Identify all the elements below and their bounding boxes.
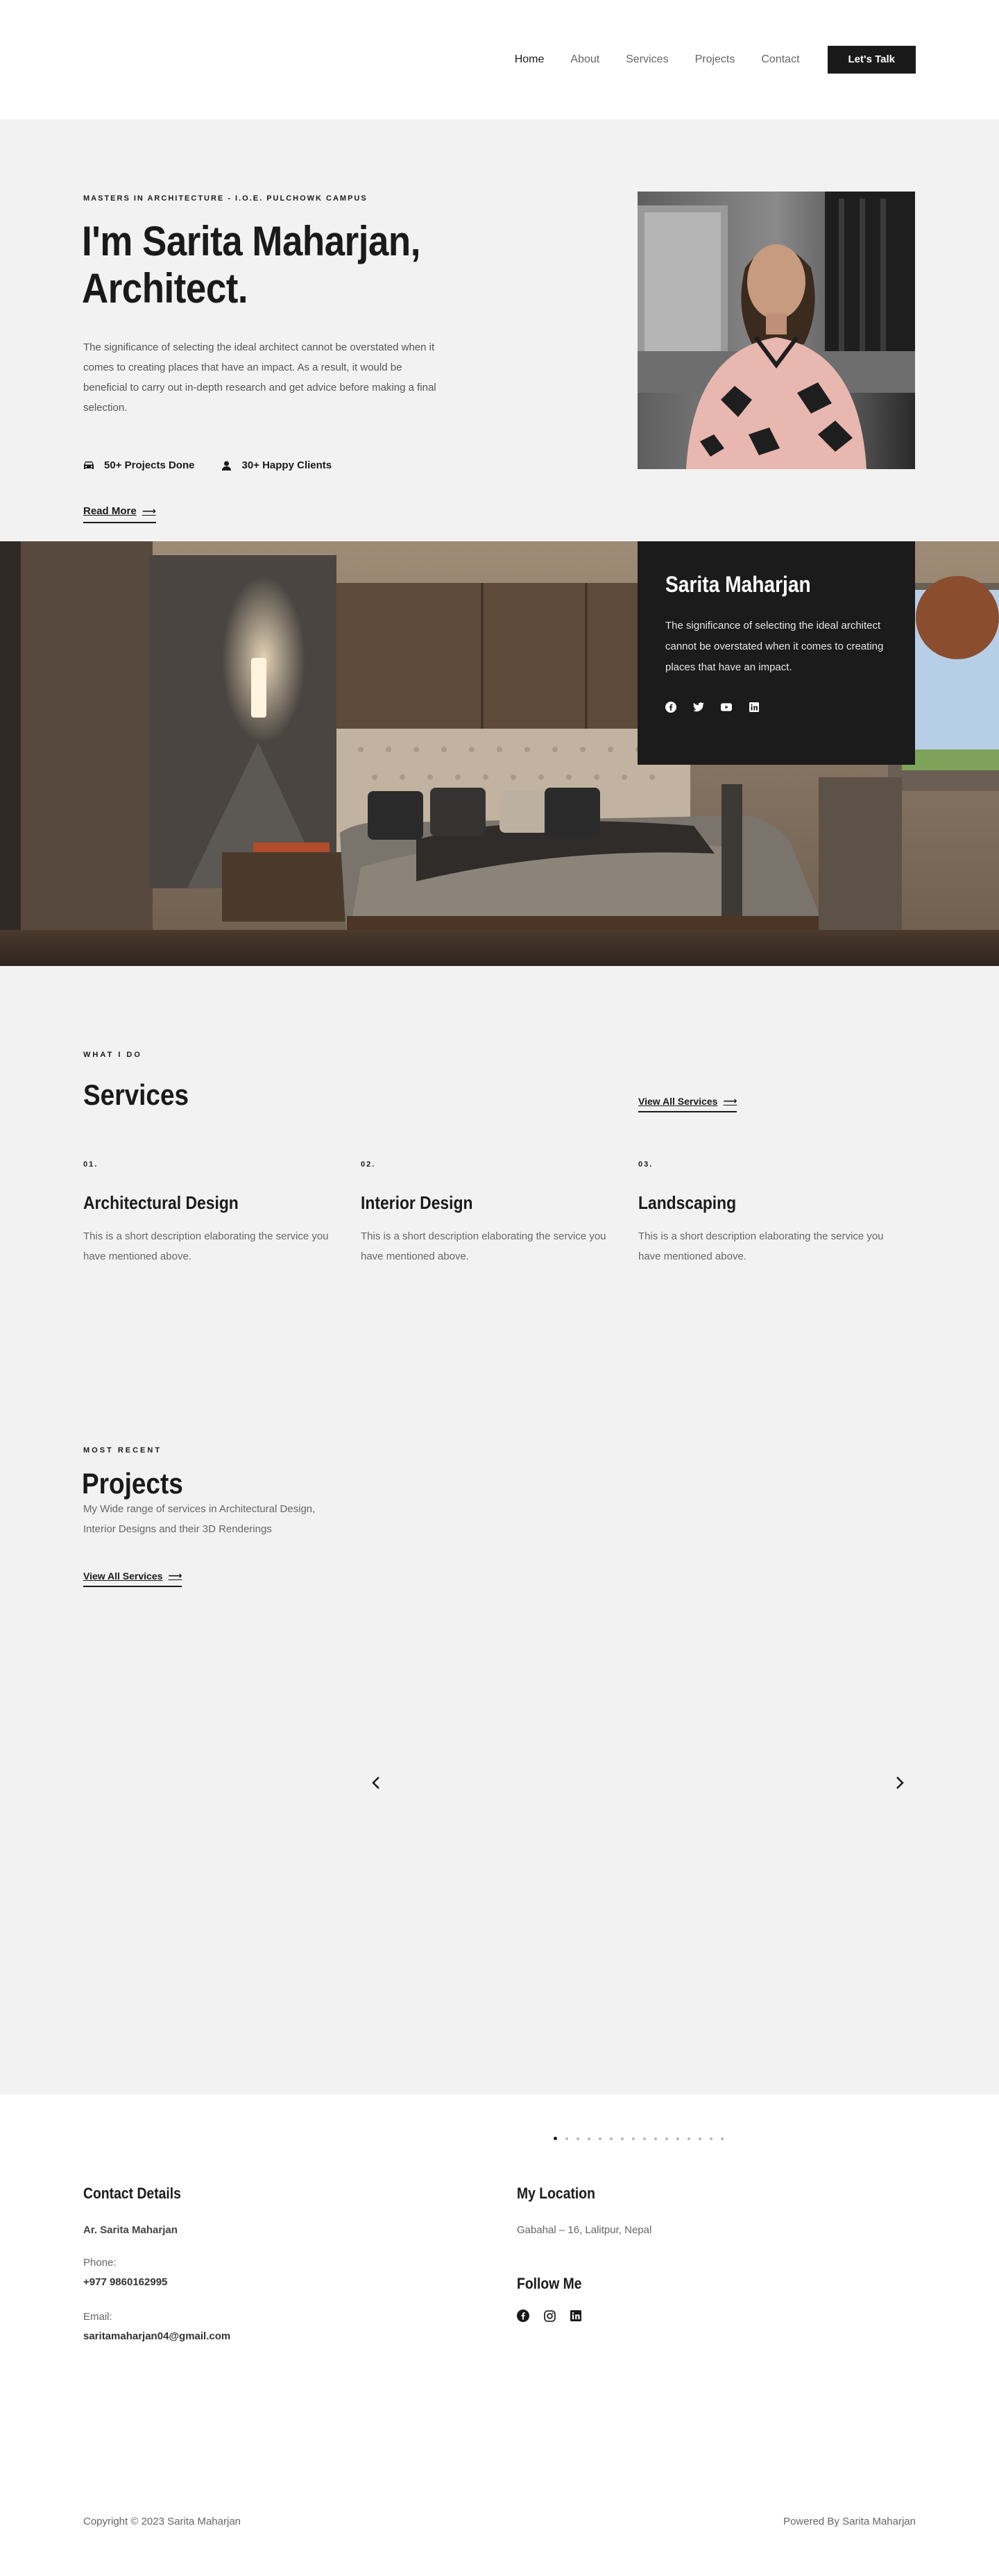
hero-stats: 50+ Projects Done 30+ Happy Clients (83, 459, 358, 471)
service-description: This is a short description elaborating … (83, 1230, 329, 1262)
service-description: This is a short description elaborating … (638, 1230, 884, 1262)
read-more-link[interactable]: Read More ⟶ (83, 505, 156, 523)
contact-details-title: Contact Details (83, 2185, 181, 2202)
nav-home[interactable]: Home (515, 53, 545, 66)
hero-title-line1: I'm Sarita Maharjan, (82, 218, 420, 264)
service-title: Landscaping (638, 1192, 737, 1213)
arrow-right-icon: ⟶ (168, 1570, 182, 1581)
bio-text: The significance of selecting the ideal … (665, 620, 884, 673)
projects-description: My Wide range of services in Architectur… (83, 1503, 316, 1535)
carousel-pagination (0, 2094, 999, 2185)
instagram-icon[interactable] (543, 2310, 556, 2322)
projects-eyebrow: MOST RECENT (83, 1446, 162, 1455)
facebook-icon[interactable] (665, 702, 676, 713)
follow-links (517, 2310, 596, 2322)
service-card: 02. Interior Design This is a short desc… (361, 1160, 610, 1266)
car-icon (83, 461, 94, 471)
nav-projects[interactable]: Projects (695, 53, 735, 66)
stat-projects-label: 50+ Projects Done (104, 459, 195, 471)
lets-talk-button[interactable]: Let's Talk (827, 46, 916, 74)
hero-title-line2: Architect. (82, 265, 248, 312)
copyright-text: Copyright © 2023 Sarita Maharjan (83, 2516, 241, 2527)
nav-about[interactable]: About (570, 53, 599, 66)
chevron-left-icon (372, 1777, 379, 1789)
twitter-icon[interactable] (693, 702, 704, 713)
carousel-dot[interactable] (721, 2137, 724, 2140)
bio-social-links (665, 702, 887, 713)
carousel-dot[interactable] (577, 2137, 579, 2140)
carousel-dot[interactable] (676, 2137, 679, 2140)
powered-by-text: Powered By Sarita Maharjan (783, 2516, 916, 2527)
contact-section: Contact Details Ar. Sarita Maharjan Phon… (0, 2185, 999, 2448)
service-description: This is a short description elaborating … (361, 1230, 606, 1262)
main-nav: Home About Services Projects Contact Let… (515, 46, 916, 74)
service-number: 03. (638, 1160, 654, 1169)
carousel-dot[interactable] (610, 2137, 613, 2140)
stat-projects: 50+ Projects Done (83, 459, 194, 471)
hero-title: I'm Sarita Maharjan, Architect. (82, 218, 448, 312)
youtube-icon[interactable] (721, 702, 732, 713)
linkedin-icon[interactable] (749, 702, 760, 713)
facebook-icon[interactable] (517, 2310, 529, 2322)
hero-description: The significance of selecting the ideal … (83, 341, 436, 414)
carousel-dot[interactable] (621, 2137, 624, 2140)
carousel-dot[interactable] (643, 2137, 646, 2140)
service-number: 01. (83, 1160, 99, 1169)
phone-link[interactable]: +977 9860162995 (83, 2276, 167, 2288)
email-link[interactable]: saritamaharjan04@gmail.com (83, 2330, 230, 2342)
carousel-dot[interactable] (565, 2137, 568, 2140)
stat-clients-label: 30+ Happy Clients (241, 459, 332, 471)
carousel-dot[interactable] (599, 2137, 601, 2140)
carousel-prev-button[interactable] (370, 1775, 382, 1790)
projects-view-all-label: View All Services (83, 1570, 163, 1582)
follow-title: Follow Me (517, 2275, 582, 2292)
carousel-dots (554, 2137, 732, 2140)
nav-contact[interactable]: Contact (761, 53, 799, 66)
view-all-services-link[interactable]: View All Services ⟶ (638, 1095, 737, 1112)
arrow-right-icon: ⟶ (142, 505, 156, 516)
chevron-right-icon (896, 1777, 904, 1789)
location-title: My Location (517, 2185, 595, 2202)
carousel-next-button[interactable] (894, 1775, 905, 1790)
phone-label: Phone: (83, 2257, 117, 2269)
bio-card: Sarita Maharjan The significance of sele… (638, 541, 915, 765)
interior-banner: Sarita Maharjan The significance of sele… (0, 541, 999, 966)
carousel-dot[interactable] (699, 2137, 701, 2140)
carousel-dot[interactable] (654, 2137, 657, 2140)
hero-section: MASTERS IN ARCHITECTURE - I.O.E. PULCHOW… (0, 119, 999, 541)
carousel-dot[interactable] (588, 2137, 590, 2140)
carousel-dot[interactable] (554, 2137, 557, 2140)
service-title: Architectural Design (83, 1192, 239, 1213)
carousel-dot[interactable] (632, 2137, 635, 2140)
address-text: Gabahal – 16, Lalitpur, Nepal (517, 2224, 652, 2236)
email-label: Email: (83, 2311, 112, 2323)
services-section: WHAT I DO Services View All Services ⟶ 0… (0, 966, 999, 1368)
view-all-services-label: View All Services (638, 1095, 718, 1107)
hero-eyebrow: MASTERS IN ARCHITECTURE - I.O.E. PULCHOW… (83, 194, 368, 203)
portrait-photo (638, 192, 915, 469)
carousel-dot[interactable] (665, 2137, 668, 2140)
carousel-dot[interactable] (688, 2137, 690, 2140)
nav-services[interactable]: Services (626, 53, 668, 66)
service-card: 01. Architectural Design This is a short… (83, 1160, 333, 1266)
linkedin-icon[interactable] (570, 2310, 582, 2322)
service-number: 02. (361, 1160, 376, 1169)
arrow-right-icon: ⟶ (723, 1095, 737, 1106)
site-header: Home About Services Projects Contact Let… (0, 0, 999, 119)
stat-clients: 30+ Happy Clients (221, 459, 332, 471)
projects-view-all-link[interactable]: View All Services ⟶ (83, 1570, 182, 1587)
read-more-label: Read More (83, 505, 137, 517)
service-title: Interior Design (361, 1192, 473, 1213)
bio-name: Sarita Maharjan (665, 572, 811, 597)
services-title: Services (83, 1078, 189, 1111)
projects-title: Projects (82, 1467, 183, 1500)
carousel-dot[interactable] (710, 2137, 712, 2140)
services-eyebrow: WHAT I DO (83, 1051, 142, 1059)
contact-name: Ar. Sarita Maharjan (83, 2224, 178, 2236)
site-footer: Copyright © 2023 Sarita Maharjan Powered… (0, 2448, 999, 2576)
user-icon (221, 461, 232, 471)
projects-section: MOST RECENT Projects My Wide range of se… (0, 1368, 999, 2094)
service-card: 03. Landscaping This is a short descript… (638, 1160, 888, 1266)
